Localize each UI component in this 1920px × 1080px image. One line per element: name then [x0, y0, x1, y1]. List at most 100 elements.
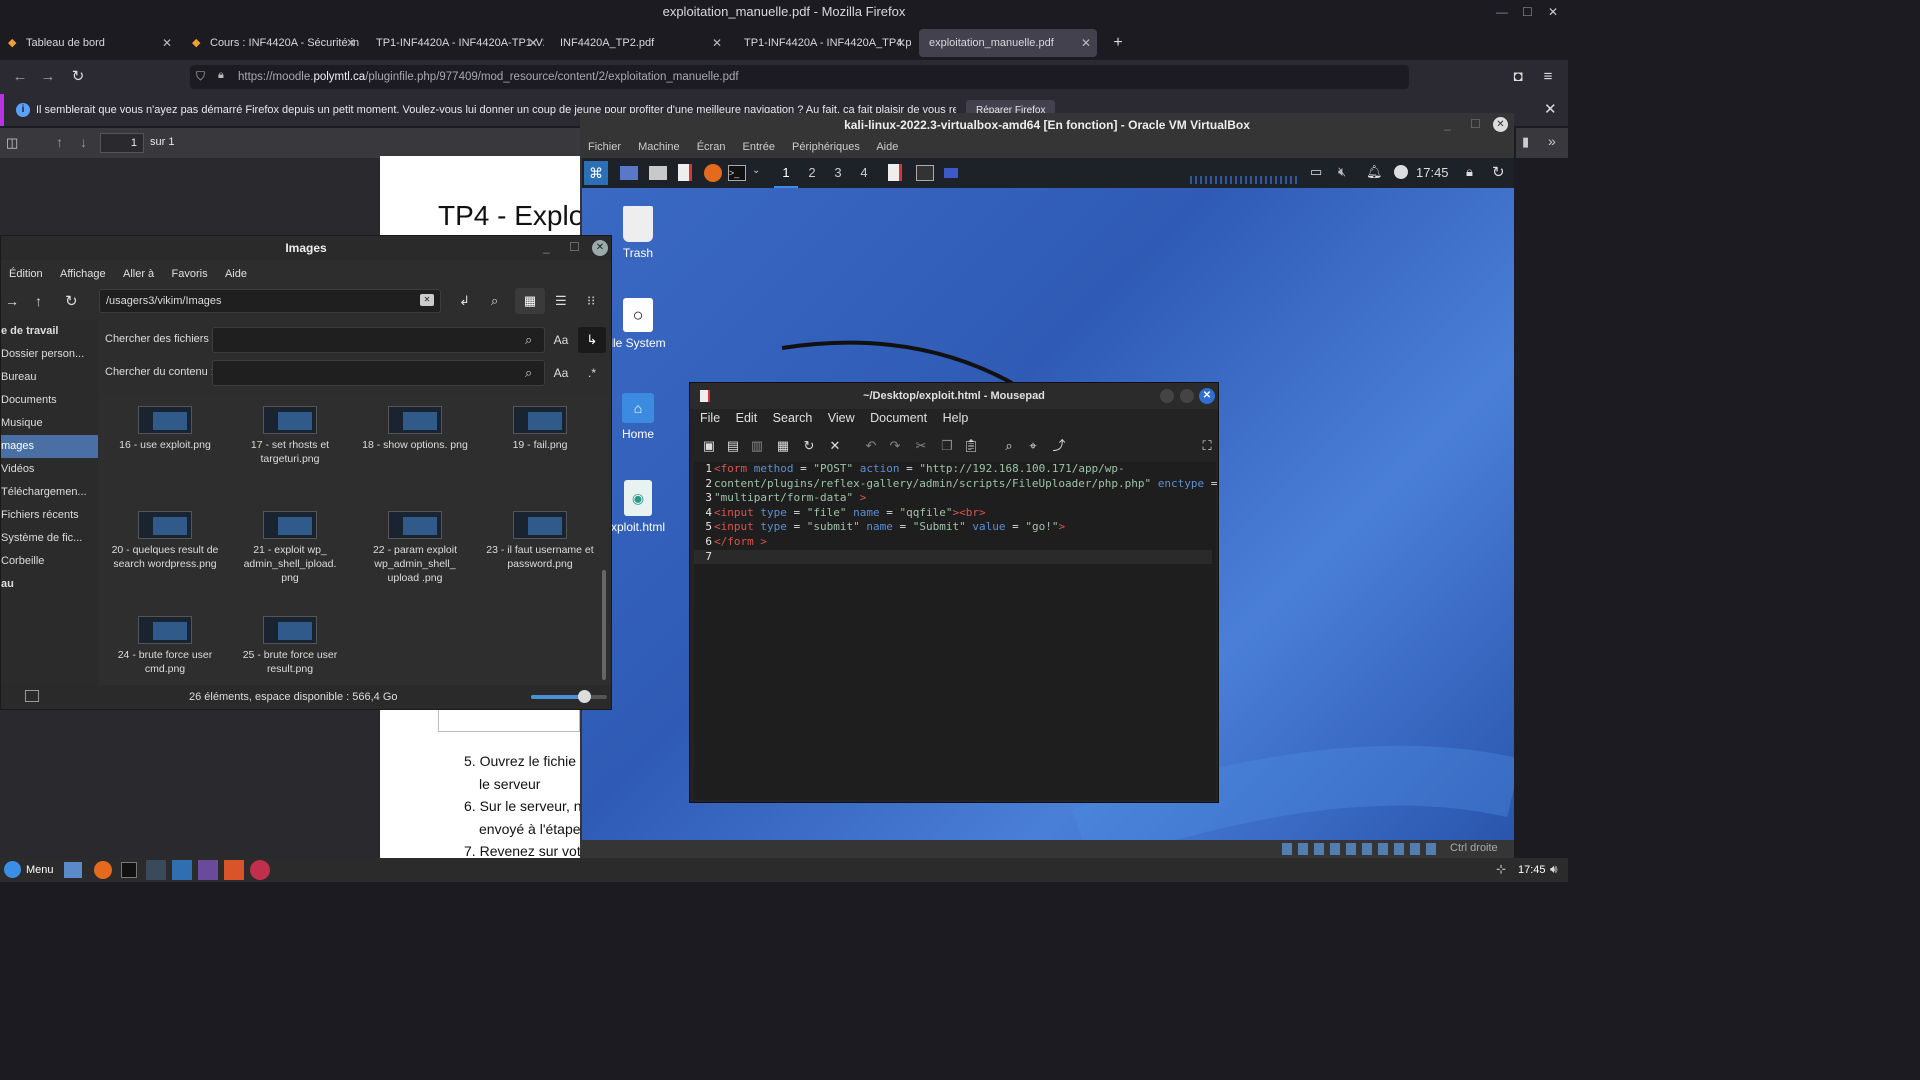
back-icon[interactable]: ←: [10, 67, 30, 87]
reload-icon[interactable]: ↻: [68, 67, 88, 87]
previous-page-icon[interactable]: ↑: [56, 134, 63, 150]
sidebar-item-personal[interactable]: Dossier person...: [1, 343, 98, 366]
window-task-icon[interactable]: [944, 168, 958, 178]
tracking-shield-icon[interactable]: ⛉: [196, 69, 205, 84]
fm-icon-view-icon[interactable]: ▦: [515, 288, 545, 314]
mp-menu-file[interactable]: File: [700, 411, 720, 425]
close-tab-icon[interactable]: ✕: [528, 29, 538, 57]
url-bar[interactable]: ⛉ 🔒︎ https://moodle.polymtl.ca/pluginfil…: [190, 65, 1409, 89]
fm-up-icon[interactable]: ↑: [35, 293, 42, 309]
file-item[interactable]: 20 - quelques result de search wordpress…: [110, 511, 220, 571]
forward-icon[interactable]: →: [38, 67, 58, 87]
close-tab-icon[interactable]: ✕: [712, 29, 722, 57]
minimize-icon[interactable]: —: [1496, 0, 1508, 24]
clear-path-icon[interactable]: ✕: [420, 294, 434, 306]
cut-icon[interactable]: ✂: [912, 437, 930, 455]
vbox-menu-ecran[interactable]: Écran: [697, 141, 726, 153]
sidebar-item-corbeille[interactable]: Corbeille: [1, 550, 98, 573]
hamburger-menu-icon[interactable]: ≡: [1538, 67, 1558, 87]
terminal-icon[interactable]: >_: [728, 165, 746, 181]
mp-menu-help[interactable]: Help: [943, 411, 969, 425]
find-icon[interactable]: ⌕: [1000, 437, 1018, 455]
vbox-menu-machine[interactable]: Machine: [638, 141, 680, 153]
undo-icon[interactable]: ↶: [862, 437, 880, 455]
mousepad-task-icon[interactable]: [888, 164, 902, 181]
close-window-icon[interactable]: ✕: [1548, 0, 1558, 24]
tab-tp2[interactable]: INF4420A_TP2.pdf ✕: [550, 29, 728, 57]
firefox-icon[interactable]: [704, 164, 722, 182]
firefox-launcher-icon[interactable]: [94, 861, 112, 879]
file-item[interactable]: 17 - set rhosts et targeturi.png: [235, 406, 345, 466]
tab-tp1[interactable]: TP1-INF4420A - INF4420A-TP1-V2. ✕: [366, 29, 544, 57]
terminal-task-icon[interactable]: [916, 165, 934, 181]
file-item[interactable]: 24 - brute force user cmd.png: [110, 616, 220, 676]
fm-menu-aller[interactable]: Aller à: [123, 268, 154, 280]
fm-maximize-icon[interactable]: ☐: [569, 240, 580, 254]
sidebar-item-bureau[interactable]: Bureau: [1, 366, 98, 389]
tab-tableau-de-bord[interactable]: ◆ Tableau de bord ✕: [0, 29, 178, 57]
file-item[interactable]: 19 - fail.png: [485, 406, 595, 452]
vbox-close-icon[interactable]: ✕: [1493, 117, 1508, 132]
vbox-device-icons[interactable]: [1282, 843, 1442, 855]
sidebar-item-images[interactable]: mages: [1, 435, 98, 458]
mp-close-icon[interactable]: ✕: [1199, 388, 1215, 404]
paste-icon[interactable]: 📋︎: [962, 437, 980, 455]
fm-forward-icon[interactable]: →: [5, 293, 19, 309]
bookmark-icon[interactable]: ▮: [1522, 134, 1529, 150]
more-tools-icon[interactable]: »: [1548, 133, 1556, 149]
display-icon[interactable]: ▭: [1310, 164, 1322, 180]
close-notification-icon[interactable]: ✕: [1544, 100, 1557, 118]
file-item[interactable]: 16 - use exploit.png: [110, 406, 220, 452]
copy-icon[interactable]: ❐: [938, 437, 956, 455]
text-editor-icon[interactable]: [678, 164, 692, 181]
file-item[interactable]: 25 - brute force user result.png: [235, 616, 345, 676]
vscode-task-icon[interactable]: [172, 860, 192, 880]
fm-menu-favoris[interactable]: Favoris: [172, 268, 208, 280]
close-file-icon[interactable]: ✕: [826, 437, 844, 455]
app-task-icon[interactable]: [250, 860, 270, 880]
mp-menu-document[interactable]: Document: [870, 411, 927, 425]
virtualbox-task-icon[interactable]: [198, 860, 218, 880]
sidebar-item-filesystem[interactable]: Système de fic...: [1, 527, 98, 550]
code-editor[interactable]: 1 2 3 4 5 6 7 <form method = "POST" acti…: [694, 462, 1217, 800]
fm-path-field[interactable]: /usagers3/vikim/Images ✕: [99, 289, 441, 313]
vbox-menu-fichier[interactable]: Fichier: [588, 141, 621, 153]
sidebar-toggle-icon[interactable]: ◫: [6, 135, 18, 151]
sidebar-item-videos[interactable]: Vidéos: [1, 458, 98, 481]
firefox-task-icon[interactable]: [224, 860, 244, 880]
vbox-menu-peripheriques[interactable]: Périphériques: [792, 141, 860, 153]
workspace-4[interactable]: 4: [852, 158, 876, 188]
file-manager-icon[interactable]: [649, 166, 667, 180]
workspace-3[interactable]: 3: [826, 158, 850, 188]
close-tab-icon[interactable]: ✕: [896, 29, 906, 57]
file-grid-scrollbar[interactable]: [602, 570, 606, 680]
find-replace-icon[interactable]: ⌖: [1024, 437, 1042, 455]
vbox-minimize-icon[interactable]: _: [1444, 117, 1451, 131]
menu-label[interactable]: Menu: [26, 858, 54, 882]
mp-maximize-icon[interactable]: [1180, 389, 1194, 403]
mute-icon[interactable]: 🔇︎: [1338, 164, 1346, 180]
new-file-icon[interactable]: ▣: [700, 437, 718, 455]
notification-bell-icon[interactable]: 🔔︎: [1366, 164, 1383, 180]
tab-cours[interactable]: ◆ Cours : INF4420A - Sécurité in ✕: [184, 29, 362, 57]
mp-menu-search[interactable]: Search: [773, 411, 813, 425]
save-as-icon[interactable]: ▦: [774, 437, 792, 455]
sidebar-item-telechargements[interactable]: Téléchargemen...: [1, 481, 98, 504]
taskbar-clock[interactable]: 17:45: [1518, 858, 1546, 882]
case-sensitive-content-toggle[interactable]: Aa: [547, 360, 575, 386]
pocket-icon[interactable]: ◘: [1508, 67, 1528, 87]
workspace-2[interactable]: 2: [800, 158, 824, 188]
fedora-menu-icon[interactable]: [4, 861, 21, 878]
fm-menu-aide[interactable]: Aide: [225, 268, 247, 280]
close-tab-icon[interactable]: ✕: [346, 29, 356, 57]
new-window-icon[interactable]: ▤: [724, 437, 742, 455]
fm-menu-affichage[interactable]: Affichage: [60, 268, 106, 280]
mp-minimize-icon[interactable]: [1160, 389, 1174, 403]
tab-exploitation-manuelle[interactable]: exploitation_manuelle.pdf ✕: [919, 29, 1097, 57]
close-tab-icon[interactable]: ✕: [1081, 29, 1091, 57]
fm-toggle-location-icon[interactable]: ↲: [459, 293, 470, 309]
kali-menu-icon[interactable]: ⌘: [584, 161, 608, 185]
vbox-menu-entree[interactable]: Entrée: [743, 141, 775, 153]
close-tab-icon[interactable]: ✕: [162, 29, 172, 57]
fm-minimize-icon[interactable]: _: [543, 240, 550, 254]
